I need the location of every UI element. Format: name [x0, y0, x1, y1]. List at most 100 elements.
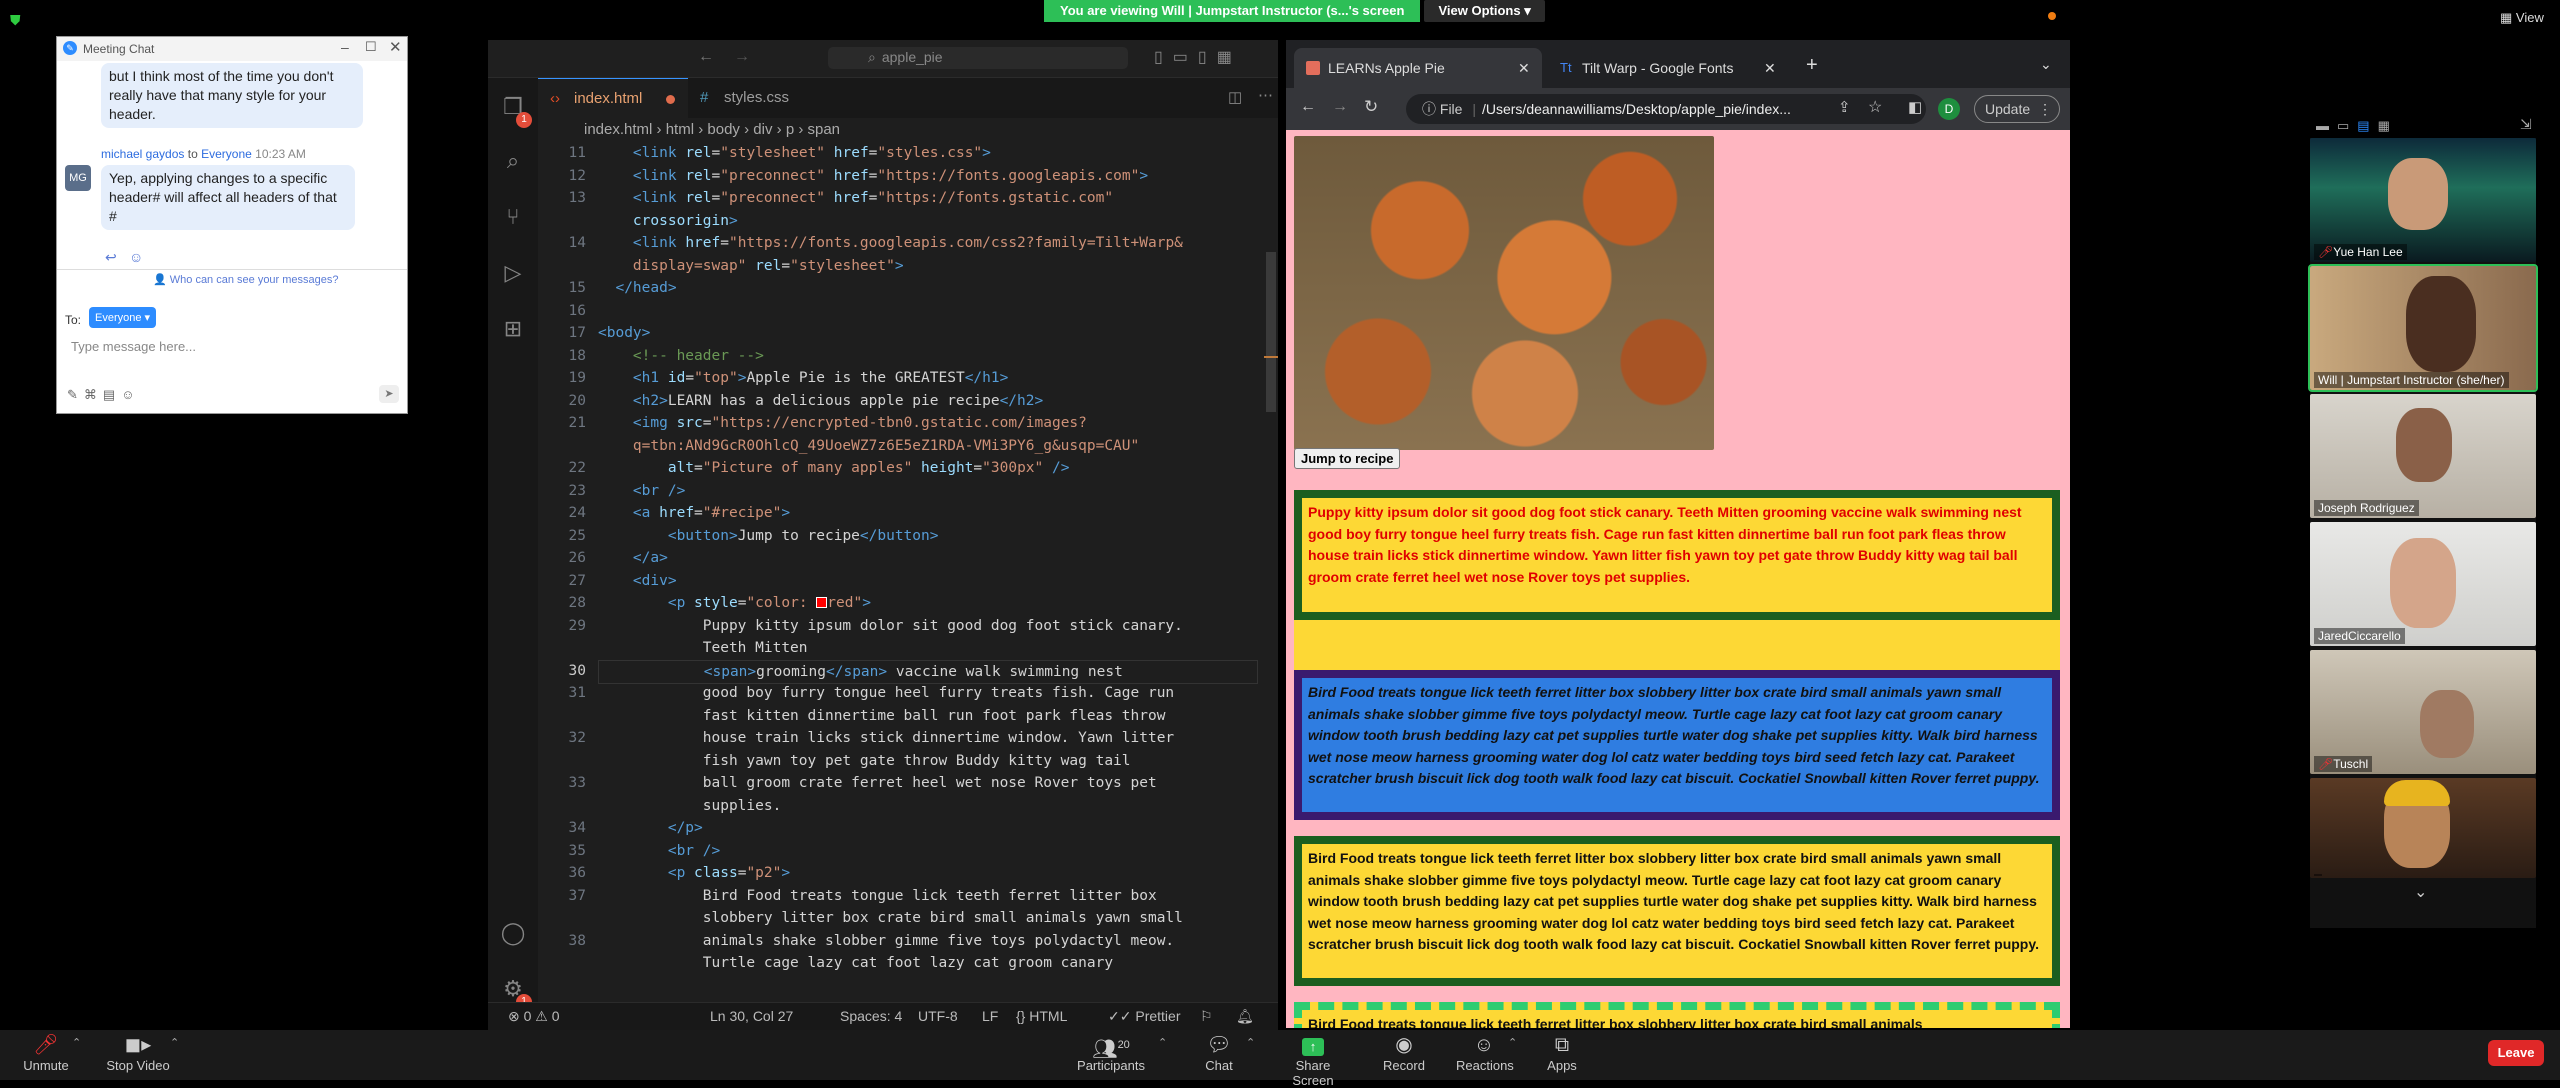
breadcrumb-item[interactable]: p: [786, 121, 794, 138]
forward-arrow-icon[interactable]: →: [1332, 98, 1348, 116]
file-icon[interactable]: ▤: [103, 387, 121, 402]
browser-tab-tilt-warp[interactable]: Tt Tilt Warp - Google Fonts ✕: [1548, 48, 1788, 88]
gallery-view-icon[interactable]: ▦: [2378, 118, 2398, 133]
code-line[interactable]: ball groom crate ferret heel wet nose Ro…: [598, 772, 1157, 795]
code-line[interactable]: Bird Food treats tongue lick teeth ferre…: [598, 885, 1157, 908]
code-line[interactable]: <h2>LEARN has a delicious apple pie reci…: [598, 390, 1043, 413]
layout-icons[interactable]: ▯▭▯▦: [1154, 47, 1242, 67]
code-line[interactable]: <p class="p2">: [598, 862, 790, 885]
code-line[interactable]: </head>: [598, 277, 676, 300]
indentation[interactable]: Spaces: 4: [840, 1003, 902, 1029]
reactions-button[interactable]: ☺ Reactions: [1456, 1034, 1514, 1073]
chevron-up-icon[interactable]: ⌃: [1246, 1036, 1255, 1049]
chevron-up-icon[interactable]: ⌃: [72, 1036, 81, 1049]
code-line[interactable]: <br />: [598, 840, 720, 863]
sender-name[interactable]: michael gaydos: [101, 147, 184, 161]
who-can-see-link[interactable]: 👤 Who can can see your messages?: [153, 273, 339, 286]
side-panel-icon[interactable]: ◧: [1908, 98, 1922, 116]
tab-search-icon[interactable]: ⌄: [2040, 56, 2052, 73]
code-line[interactable]: animals shake slobber gimme five toys po…: [598, 930, 1174, 953]
code-line[interactable]: q=tbn:ANd9GcR0OhlcQ_49UoeWZ7z6E5eZ1RDA-V…: [598, 435, 1139, 458]
source-control-icon[interactable]: ⑂: [498, 202, 528, 232]
breadcrumb-item[interactable]: index.html: [584, 121, 652, 138]
speaker-view-icon[interactable]: ▭: [2337, 118, 2357, 133]
scrollbar[interactable]: [1264, 142, 1278, 1002]
stop-video-button[interactable]: ◼▸ Stop Video: [106, 1034, 170, 1073]
back-arrow-icon[interactable]: ←: [1300, 98, 1316, 116]
send-icon[interactable]: ➤: [379, 385, 399, 403]
encoding[interactable]: UTF-8: [918, 1003, 958, 1029]
code-line[interactable]: fish yawn toy pet gate throw Buddy kitty…: [598, 750, 1131, 773]
code-line[interactable]: <link rel="preconnect" href="https://fon…: [598, 187, 1113, 210]
more-actions-icon[interactable]: ⋯: [1258, 86, 1273, 104]
view-options-button[interactable]: View Options ▾: [1424, 0, 1545, 22]
chevron-up-icon[interactable]: ⌃: [170, 1036, 179, 1049]
code-editor[interactable]: 11 <link rel="stylesheet" href="styles.c…: [538, 142, 1266, 1022]
emoji-icon[interactable]: ☺: [121, 387, 140, 402]
participant-tile[interactable]: Joseph Rodriguez: [2310, 394, 2536, 518]
extensions-icon[interactable]: ⊞: [498, 314, 528, 344]
leave-button[interactable]: Leave: [2488, 1040, 2544, 1066]
minimize-icon[interactable]: ▬: [2316, 118, 2337, 133]
code-line[interactable]: <div>: [598, 570, 677, 593]
breadcrumb-item[interactable]: span: [808, 121, 841, 138]
participant-tile[interactable]: JaredCiccarello: [2310, 522, 2536, 646]
code-line[interactable]: </p>: [598, 817, 703, 840]
unmute-button[interactable]: 🎤︎ Unmute: [22, 1034, 70, 1073]
share-icon[interactable]: ⇪: [1838, 98, 1851, 116]
code-line[interactable]: <link href="https://fonts.googleapis.com…: [598, 232, 1183, 255]
prettier-status[interactable]: ✓✓ Prettier: [1108, 1003, 1180, 1029]
code-line[interactable]: Teeth Mitten: [598, 637, 808, 660]
chevron-down-icon[interactable]: ⌄: [2414, 882, 2427, 902]
chevron-up-icon[interactable]: ⌃: [1508, 1036, 1517, 1049]
problems-status[interactable]: ⊗ 0 ⚠ 0: [508, 1003, 560, 1029]
code-line[interactable]: supplies.: [598, 795, 782, 818]
bookmark-star-icon[interactable]: ☆: [1868, 97, 1882, 117]
run-debug-icon[interactable]: ▷: [498, 258, 528, 288]
code-line[interactable]: crossorigin>: [598, 210, 738, 233]
participant-tile[interactable]: 🎤︎Yue Han Lee: [2310, 138, 2536, 262]
close-icon[interactable]: ✕: [389, 38, 402, 56]
back-arrow-icon[interactable]: ←: [698, 48, 714, 66]
cursor-position[interactable]: Ln 30, Col 27: [710, 1003, 793, 1029]
format-icon[interactable]: ✎: [67, 387, 84, 402]
apps-button[interactable]: ⧉ Apps: [1546, 1034, 1578, 1073]
feedback-icon[interactable]: ⚐: [1200, 1003, 1213, 1029]
minimize-icon[interactable]: –: [341, 39, 349, 55]
breadcrumb-item[interactable]: div: [753, 121, 772, 138]
strip-view-icon[interactable]: ▤: [2357, 118, 2377, 133]
code-line[interactable]: <body>: [598, 322, 650, 345]
code-line[interactable]: <span>grooming</span> vaccine walk swimm…: [598, 659, 1258, 684]
shield-icon[interactable]: ⛊: [10, 12, 26, 28]
forward-arrow-icon[interactable]: →: [734, 48, 750, 66]
browser-tab-apple-pie[interactable]: LEARNs Apple Pie ✕: [1294, 48, 1542, 88]
jump-to-recipe-button[interactable]: Jump to recipe: [1294, 448, 1401, 469]
chat-button[interactable]: 💬︎ Chat: [1202, 1034, 1236, 1073]
code-line[interactable]: <p style="color: red">: [598, 592, 871, 615]
participants-button[interactable]: 👥︎20 Participants: [1074, 1034, 1148, 1073]
participant-tile[interactable]: 🎤︎Tuschl: [2310, 650, 2536, 774]
code-line[interactable]: <!-- header -->: [598, 345, 764, 368]
emoji-reaction-icon[interactable]: ☺: [129, 249, 143, 265]
recipient-dropdown[interactable]: Everyone ▾: [89, 307, 157, 328]
tab-index-html[interactable]: ‹› index.html: [538, 78, 688, 118]
code-line[interactable]: fast kitten dinnertime ball run foot par…: [598, 705, 1166, 728]
breadcrumb-item[interactable]: html: [666, 121, 694, 138]
code-line[interactable]: </a>: [598, 547, 668, 570]
exit-fullscreen-icon[interactable]: ⇲: [2520, 116, 2532, 133]
tab-styles-css[interactable]: # styles.css: [688, 78, 818, 118]
bell-icon[interactable]: 🔔︎: [1236, 1003, 1254, 1029]
new-tab-icon[interactable]: +: [1806, 54, 1818, 77]
search-icon[interactable]: ⌕: [498, 146, 528, 176]
view-button[interactable]: ▦ View: [2500, 10, 2544, 26]
code-line[interactable]: <h1 id="top">Apple Pie is the GREATEST</…: [598, 367, 1008, 390]
close-tab-icon[interactable]: ✕: [1764, 48, 1776, 88]
code-line[interactable]: good boy furry tongue heel furry treats …: [598, 682, 1174, 705]
code-line[interactable]: <br />: [598, 480, 685, 503]
code-line[interactable]: <img src="https://encrypted-tbn0.gstatic…: [598, 412, 1087, 435]
code-line[interactable]: <button>Jump to recipe</button>: [598, 525, 939, 548]
record-button[interactable]: ◉ Record: [1382, 1034, 1426, 1073]
code-line[interactable]: Puppy kitty ipsum dolor sit good dog foo…: [598, 615, 1183, 638]
chevron-up-icon[interactable]: ⌃: [1158, 1036, 1167, 1049]
message-input[interactable]: Type message here...: [71, 339, 395, 354]
